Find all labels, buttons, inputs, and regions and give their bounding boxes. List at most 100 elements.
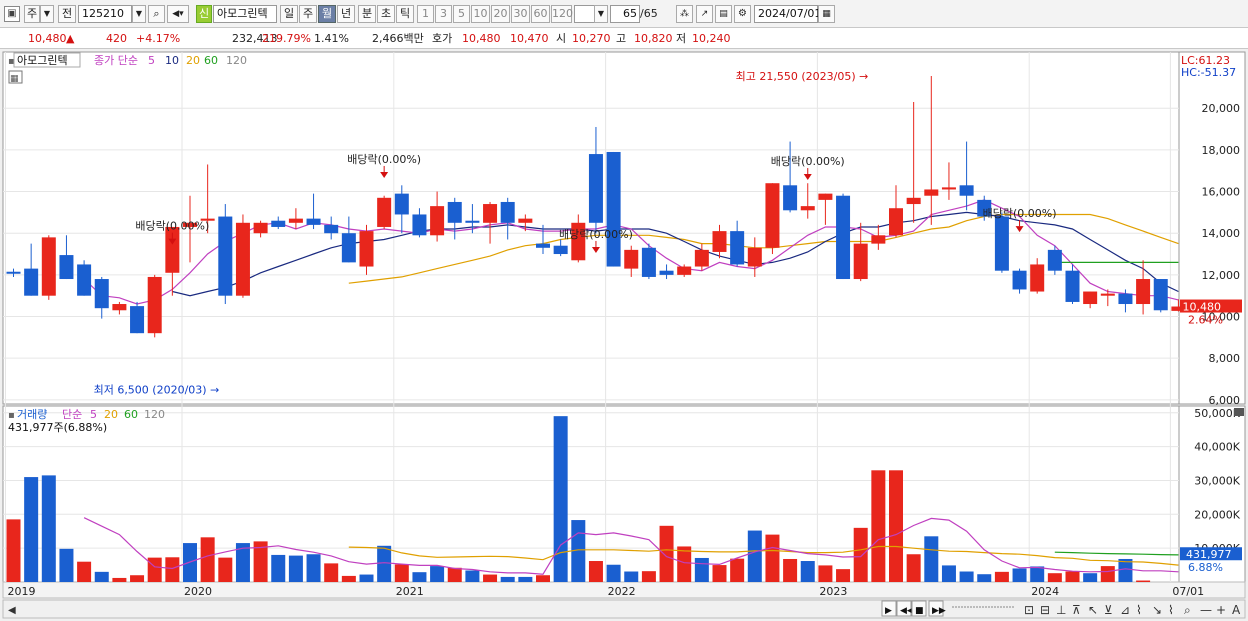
table-icon-glyph: ▦ [10,74,19,84]
volume-bar [659,525,674,582]
high-annotation: 최고 21,550 (2023/05) → [736,70,869,83]
date-tick-label: 2019 [8,585,36,598]
candle-body [783,185,798,211]
toolbar-tool-icon[interactable]: ⌕ [1184,603,1191,617]
candle-body [694,249,709,267]
price-tick-label: 18,000 [1202,144,1241,157]
candle-body [536,243,550,248]
volume-bar [853,527,868,582]
volume-bar [288,555,303,582]
volume-bar [518,576,533,582]
candle-body [253,222,268,234]
volume-bar [394,564,409,582]
volume-bar [800,561,815,582]
volume-bar [112,577,127,582]
toolbar-tool-icon[interactable]: ⌇ [1136,603,1142,617]
candle-body [924,189,939,196]
date-tick-label: 2022 [608,585,636,598]
toolbar-tool-icon[interactable]: ⊥ [1056,603,1066,617]
price-tick-label: 8,000 [1209,352,1241,365]
candle-body [288,218,303,223]
volume-bar [941,565,956,582]
ma5-legend: 5 [148,54,155,67]
volume-bar [483,574,498,582]
candle-body [271,220,286,227]
candle-body [77,264,92,296]
volume-bar [200,537,215,582]
toolbar-tool-icon[interactable]: + [1216,603,1226,617]
candle-body [59,255,74,280]
candle-body [1083,291,1098,305]
volume-bar [24,477,39,582]
nav-icon[interactable]: ■ [915,606,924,616]
toolbar-tool-icon[interactable]: A [1232,603,1241,617]
ma-legend-title: 종가 단순 [94,54,138,67]
toolbar-tool-icon[interactable]: ⊻ [1104,603,1113,617]
toolbar-tool-icon[interactable]: ⊟ [1040,603,1050,617]
volume-bar [1118,558,1133,582]
current-pct-label: 2.64% [1188,314,1223,327]
volume-legend-title: 거래량 [17,408,47,421]
nav-icon[interactable]: ▶ [885,606,892,616]
volume-bar [377,545,392,582]
volume-bar [871,470,886,582]
vol-ma20-legend: 20 [104,408,118,421]
volume-bar [1083,573,1098,582]
volume-bar [1065,571,1080,582]
candle-body [412,214,427,236]
candle-body [800,206,815,211]
candle-body [606,151,621,267]
date-tick-label: 2021 [396,585,424,598]
price-tick-label: 16,000 [1202,186,1241,199]
volume-tick-label: 40,000K [1194,441,1240,454]
toolbar-tool-icon[interactable]: ⊿ [1120,603,1130,617]
nav-icon[interactable]: ▶▶ [932,606,946,616]
candle-body [359,231,374,267]
panel-collapse-icon[interactable] [1234,408,1244,416]
toolbar-tool-icon[interactable]: ⊡ [1024,603,1034,617]
volume-bar [306,554,321,582]
candle-body [235,222,250,296]
candle-body [871,235,886,244]
volume-bar [747,530,762,582]
candle-body [1012,270,1027,290]
candle-body [6,271,21,274]
toolbar-tool-icon[interactable]: ↘ [1152,603,1162,617]
volume-bar [430,566,445,582]
volume-bar [1100,566,1115,582]
candle-body [641,247,656,277]
volume-bar [959,571,974,582]
candle-body [1118,293,1133,305]
volume-bar [465,570,480,582]
toolbar-tool-icon[interactable]: ⊼ [1072,603,1081,617]
volume-bar [165,557,180,582]
volume-bar [553,416,568,582]
volume-bar [836,569,851,582]
volume-bar [606,564,621,582]
toolbar-tool-icon[interactable]: ↖ [1088,603,1098,617]
toolbar-tool-icon[interactable]: — [1200,603,1212,617]
stock-legend[interactable]: 아모그린텍 [17,54,68,67]
volume-tick-label: 30,000K [1194,474,1240,487]
candle-body [1047,249,1062,271]
volume-bar [1136,580,1151,582]
volume-bar [641,571,656,582]
hc-label: HC:-51.37 [1181,66,1236,79]
current-price-label: 10,480 [1183,301,1222,314]
volume-bar [130,575,145,582]
volume-bar [730,558,745,582]
candle-body [553,245,568,255]
volume-panel [2,405,1180,583]
ma60-legend: 60 [204,54,218,67]
scroll-left-icon[interactable]: ◀ [8,605,16,616]
volume-bar [694,557,709,582]
volume-bar [41,475,56,582]
chart-area[interactable]: 최고 21,550 (2023/05) → 최저 6,500 (2020/03) … [0,0,1248,621]
candle-body [324,224,339,234]
volume-bar [924,536,939,582]
volume-ma-legend-title: 단순 [62,408,82,421]
candle-body [447,201,462,223]
toolbar-tool-icon[interactable]: ⌇ [1168,603,1174,617]
volume-bar [447,567,462,582]
current-volume-pct: 6.88% [1188,561,1223,574]
